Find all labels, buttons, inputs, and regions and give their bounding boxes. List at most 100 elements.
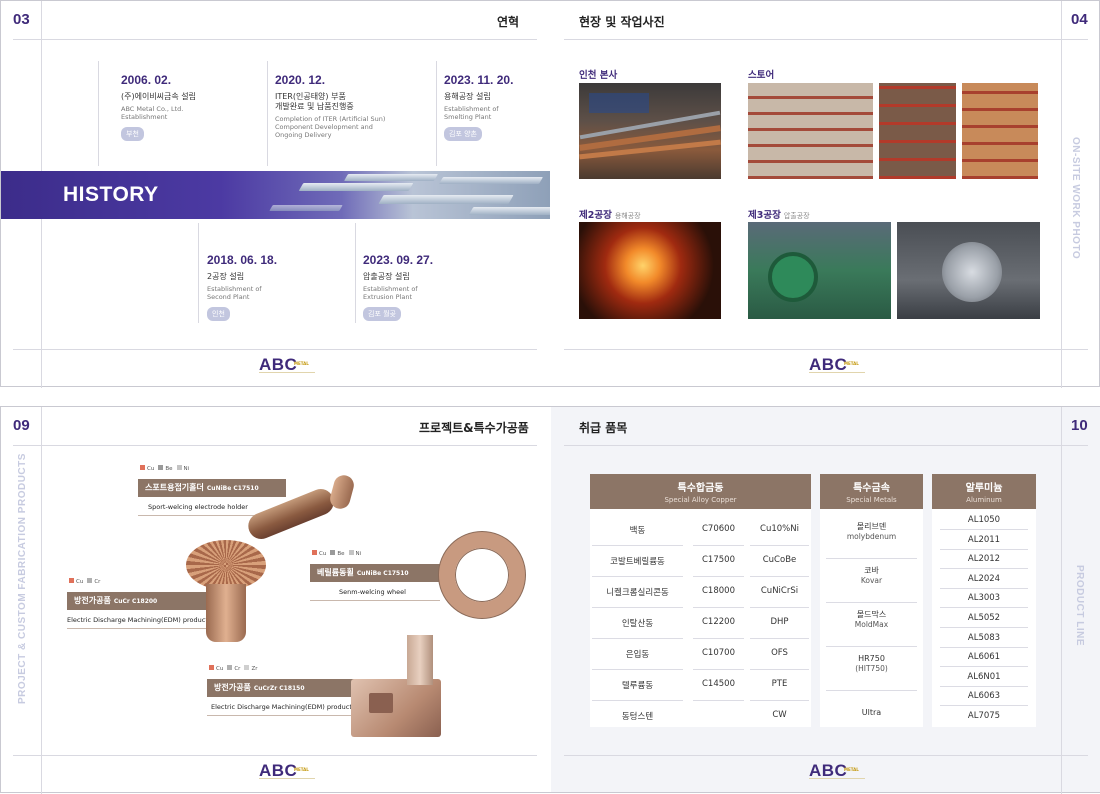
row-divider xyxy=(592,607,683,608)
table-cell: 동텅스텐 xyxy=(621,712,654,722)
table-cell: AL2012 xyxy=(967,554,1001,565)
metal-name-en: Kovar xyxy=(860,576,883,585)
event-title-ko: ITER(인공태양) 부품 개발완료 및 납품진행중 xyxy=(275,92,354,111)
location-badge: 김포 양촌 xyxy=(444,127,482,141)
bottom-spread: 09 프로젝트&특수가공품 PROJECT & CUSTOM FABRICATI… xyxy=(0,406,1100,794)
table-cell: 텔루륨동 xyxy=(621,681,654,691)
material-chips: Cu Be Ni xyxy=(140,465,193,472)
event-date: 2006. 02. xyxy=(121,73,172,87)
material-label: Cu xyxy=(147,465,155,472)
event-title-en: Establishment of Smelting Plant xyxy=(444,105,499,121)
table-cell: AL5083 xyxy=(967,632,1001,643)
material-label: Ni xyxy=(355,550,362,557)
event-title-ko: 압출공장 설립 xyxy=(363,272,410,281)
row-divider xyxy=(750,669,809,670)
page-title: 현장 및 작업사진 xyxy=(579,15,665,29)
row-divider xyxy=(693,700,744,701)
table-cell: 은입동 xyxy=(625,650,650,660)
page-number: 04 xyxy=(1071,11,1088,28)
event-date: 2018. 06. 18. xyxy=(207,253,278,267)
product-en: Sport-welcing electrode holder xyxy=(148,503,248,511)
row-divider xyxy=(940,548,1028,550)
bevel-gear-image xyxy=(186,532,266,642)
row-divider xyxy=(826,602,917,603)
event-date: 2023. 09. 27. xyxy=(363,253,434,267)
metal-name-en: (HIT750) xyxy=(855,664,888,673)
row-divider xyxy=(750,576,809,577)
metal-name-en: molybdenum xyxy=(846,532,897,541)
row-divider xyxy=(826,690,917,691)
event-date: 2020. 12. xyxy=(275,73,326,87)
table-header: 알루미늄 Aluminum xyxy=(932,474,1036,509)
metal-name-ko: HR750 xyxy=(858,654,885,663)
table-cell: 니켈크롬실리콘동 xyxy=(606,588,669,598)
table-cell: Ultra xyxy=(820,708,923,718)
photo-incheon-hq xyxy=(579,83,721,179)
table-cell: C70600 xyxy=(702,524,735,534)
table-cell: AL3003 xyxy=(967,593,1001,604)
table-header: 특수금속 Special Metals xyxy=(820,474,923,509)
table-cell: AL6063 xyxy=(967,691,1001,702)
side-label: ON-SITE WORK PHOTO xyxy=(1070,137,1081,260)
table-cell: CuCoBe xyxy=(762,555,797,565)
row-divider xyxy=(826,646,917,647)
material-label: Be xyxy=(337,550,345,557)
product-tag: 방전가공품 CuCrZr C18150 xyxy=(207,679,355,697)
abc-metal-logo: ABC METAL xyxy=(259,761,319,781)
page-title: 연혁 xyxy=(497,15,520,29)
table-cell: AL2011 xyxy=(967,534,1001,545)
table-cell: HR750 (HIT750) xyxy=(820,654,923,674)
row-divider xyxy=(750,545,809,546)
table-cell: 몰드막스 MoldMax xyxy=(820,610,923,630)
page-title: 취급 품목 xyxy=(579,421,628,435)
table-cell: DHP xyxy=(770,617,789,627)
table-cell: PTE xyxy=(771,679,788,689)
table-cell: AL2024 xyxy=(967,573,1001,584)
material-chips: Cu Cr Zr xyxy=(209,665,261,672)
table-cell: CuNiCrSi xyxy=(760,586,799,596)
row-divider xyxy=(693,638,744,639)
photo-group-label: 제3공장 압출공장 xyxy=(748,210,810,221)
table-cell: C17500 xyxy=(702,555,735,565)
row-divider xyxy=(592,576,683,577)
page-number: 09 xyxy=(13,417,30,434)
table-cell: OFS xyxy=(771,648,788,658)
photo-group-label: 스토어 xyxy=(748,70,775,81)
top-spread: 03 연혁 2006. 02. (주)에이비씨금속 설립 ABC Metal Co.… xyxy=(0,0,1100,388)
row-divider xyxy=(940,607,1028,609)
electrode-holder-image xyxy=(244,471,371,543)
event-title-ko: (주)에이비씨금속 설립 xyxy=(121,92,197,101)
row-divider xyxy=(940,666,1028,668)
material-swatch xyxy=(330,550,336,555)
table-cell: C18000 xyxy=(702,586,735,596)
row-divider xyxy=(940,646,1028,648)
event-title-en: Establishment of Second Plant xyxy=(207,285,262,301)
table-cell: C14500 xyxy=(702,679,735,689)
table-cell: Cu10%Ni xyxy=(760,524,799,534)
table-cell: 코발트베릴륨동 xyxy=(610,557,665,567)
row-divider xyxy=(940,587,1028,589)
location-badge: 부천 xyxy=(121,127,144,141)
history-event: 2023. 09. 27. 압출공장 설립 Establishment of Ext… xyxy=(363,253,503,321)
event-title-ko: 용해공장 설립 xyxy=(444,92,491,101)
table-cell: AL5052 xyxy=(967,613,1001,623)
product-en: Electric Discharge Machining(EDM) produc… xyxy=(211,703,352,711)
material-swatch xyxy=(209,665,214,670)
material-swatch xyxy=(227,665,233,670)
page-title: 프로젝트&특수가공품 xyxy=(419,421,529,435)
row-divider xyxy=(940,685,1028,687)
metal-name-ko: Ultra xyxy=(861,708,882,717)
row-divider xyxy=(592,700,683,701)
material-swatch xyxy=(348,550,354,555)
material-swatch xyxy=(158,465,164,470)
table-cell: 인탈산동 xyxy=(621,619,654,629)
product-tag: 베릴륨동휠 CuNiBe C17510 xyxy=(310,564,440,582)
event-title-ko: 2공장 설립 xyxy=(207,272,245,281)
beryllium-wheel-image xyxy=(439,532,525,618)
event-title-en: Establishment of Extrusion Plant xyxy=(363,285,418,301)
material-label: Cr xyxy=(94,578,101,585)
table-cell: AL1050 xyxy=(967,515,1001,525)
event-date: 2023. 11. 20. xyxy=(444,73,514,87)
material-swatch xyxy=(140,465,145,470)
page-number: 10 xyxy=(1071,417,1088,434)
